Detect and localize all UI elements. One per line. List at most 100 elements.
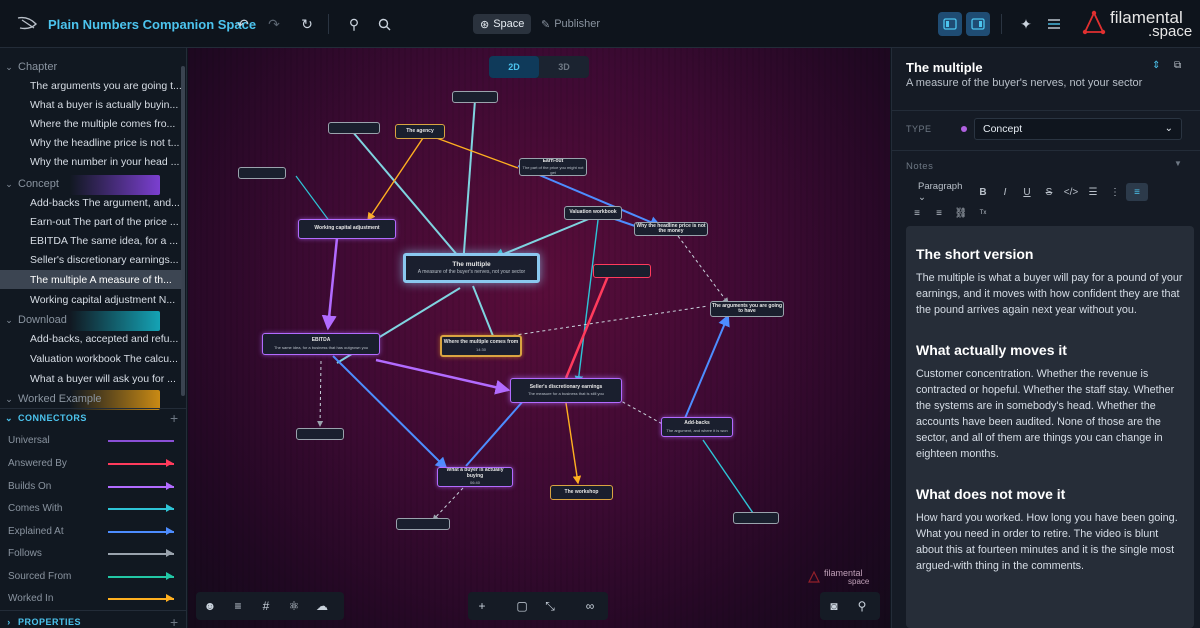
node-small[interactable] bbox=[328, 122, 380, 134]
strikethrough-icon[interactable]: S bbox=[1038, 183, 1060, 201]
list-item[interactable]: Where the multiple comes fro... bbox=[0, 114, 182, 133]
dim-3d-button[interactable]: 3D bbox=[539, 56, 589, 78]
connector-row[interactable]: Builds On bbox=[0, 476, 186, 496]
node-small[interactable] bbox=[396, 518, 450, 530]
connector-row[interactable]: Comes With bbox=[0, 498, 186, 518]
list-item[interactable]: Why the number in your head ... bbox=[0, 152, 182, 171]
node-small[interactable] bbox=[296, 428, 344, 440]
connector-row[interactable]: Sourced From bbox=[0, 566, 186, 586]
node-small[interactable] bbox=[238, 167, 286, 179]
connector-row[interactable]: Worked In bbox=[0, 588, 186, 608]
node-the-workshop[interactable]: The workshop bbox=[550, 485, 613, 500]
app-title[interactable]: Plain Numbers Companion Space bbox=[48, 17, 256, 32]
bold-icon[interactable]: B bbox=[972, 183, 994, 201]
list-item[interactable]: Working capital adjustment N... bbox=[0, 290, 182, 309]
add-connection-icon[interactable]: ⤡ bbox=[536, 592, 564, 620]
dim-2d-button[interactable]: 2D bbox=[489, 56, 539, 78]
list-item[interactable]: Valuation workbook The calcu... bbox=[0, 349, 182, 368]
clear-format-icon[interactable]: Tx bbox=[972, 204, 994, 222]
list-item[interactable]: Add-backs The argument, and... bbox=[0, 193, 182, 212]
add-connector-icon[interactable]: + bbox=[170, 410, 179, 426]
list-item[interactable]: Seller's discretionary earnings... bbox=[0, 250, 182, 269]
node-small[interactable] bbox=[452, 91, 498, 103]
node-what-buyer-buys[interactable]: What a buyer is actually buying 06:40 bbox=[437, 467, 513, 487]
menu-icon[interactable] bbox=[1042, 12, 1066, 36]
notes-collapse-icon[interactable]: ▼ bbox=[1174, 159, 1182, 168]
connector-row[interactable]: Follows bbox=[0, 543, 186, 563]
node-small[interactable] bbox=[593, 264, 651, 278]
link-icon[interactable]: ∞ bbox=[576, 592, 604, 620]
paragraph-style-select[interactable]: Paragraph ⌄ bbox=[906, 181, 972, 203]
camera-icon[interactable]: ◙ bbox=[820, 592, 848, 620]
add-document-icon[interactable]: ▢ bbox=[508, 592, 536, 620]
panel-title[interactable]: The multiple bbox=[906, 60, 983, 75]
undo-icon[interactable]: ↶ bbox=[231, 12, 255, 36]
node-the-agency[interactable]: The agency bbox=[395, 124, 445, 139]
align-right-icon[interactable]: ≡ bbox=[928, 204, 950, 222]
category-worked-example[interactable]: ⌄ Worked Example bbox=[0, 390, 186, 410]
refresh-icon[interactable]: ↻ bbox=[295, 12, 319, 36]
hashtag-icon[interactable]: # bbox=[252, 592, 280, 620]
left-panel-toggle-icon[interactable] bbox=[938, 12, 962, 36]
tab-space[interactable]: ⊛ Space bbox=[473, 14, 532, 34]
node-sde[interactable]: Seller's discretionary earnings The meas… bbox=[510, 378, 622, 403]
add-property-icon[interactable]: + bbox=[170, 614, 179, 628]
code-icon[interactable]: </> bbox=[1060, 183, 1082, 201]
connector-row[interactable]: Answered By bbox=[0, 453, 186, 473]
redo-icon[interactable]: ↷ bbox=[262, 12, 286, 36]
list-item[interactable]: The arguments you are going t... bbox=[0, 76, 182, 95]
open-external-icon[interactable]: ⧉ bbox=[1174, 60, 1181, 71]
add-node-icon[interactable]: + bbox=[468, 592, 496, 620]
node-headline-price[interactable]: Why the headline price is not the money bbox=[634, 222, 708, 236]
italic-icon[interactable]: I bbox=[994, 183, 1016, 201]
node-arguments[interactable]: The arguments you are going to have bbox=[710, 301, 784, 317]
node-add-backs[interactable]: Add-backs The argument, and where it is … bbox=[661, 417, 733, 437]
search-icon[interactable] bbox=[372, 12, 396, 36]
category-chapter[interactable]: ⌄ Chapter bbox=[0, 58, 186, 76]
launch-icon[interactable]: ⚲ bbox=[342, 12, 366, 36]
node-valuation-workbook[interactable]: Valuation workbook bbox=[564, 206, 622, 220]
list-item-selected[interactable]: The multiple A measure of th... bbox=[0, 270, 182, 289]
sparkle-icon[interactable]: ✦ bbox=[1014, 12, 1038, 36]
type-label: TYPE bbox=[906, 124, 932, 134]
graph-canvas[interactable]: The multiple A measure of the buyer's ne… bbox=[188, 48, 890, 628]
node-small[interactable] bbox=[733, 512, 779, 524]
properties-header[interactable]: › PROPERTIES + bbox=[0, 613, 186, 628]
node-earn-out[interactable]: Earn-out The part of the price you might… bbox=[519, 158, 587, 176]
numbered-list-icon[interactable]: ⋮ bbox=[1104, 183, 1126, 201]
underline-icon[interactable]: U bbox=[1016, 183, 1038, 201]
node-the-multiple[interactable]: The multiple A measure of the buyer's ne… bbox=[403, 253, 540, 283]
node-ebitda[interactable]: EBITDA The same idea, for a business tha… bbox=[262, 333, 380, 355]
category-concept[interactable]: ⌄ Concept bbox=[0, 175, 186, 195]
node-where-multiple-comes-from[interactable]: Where the multiple comes from 14:30 bbox=[440, 335, 522, 357]
list-item[interactable]: Add-backs, accepted and refu... bbox=[0, 329, 182, 348]
connector-row[interactable]: Explained At bbox=[0, 521, 186, 541]
align-left-icon[interactable]: ≡ bbox=[1126, 183, 1148, 201]
list-item[interactable]: Earn-out The part of the price ... bbox=[0, 212, 182, 231]
list-item[interactable]: What a buyer is actually buyin... bbox=[0, 95, 182, 114]
expand-collapse-icon[interactable]: ⇕ bbox=[1152, 60, 1160, 71]
type-select[interactable]: Concept ⌄ bbox=[974, 118, 1182, 140]
connectors-header[interactable]: ⌄ CONNECTORS + bbox=[0, 409, 186, 427]
canvas-tools-left: ☻ ≡ # ⚛ ☁ bbox=[196, 592, 344, 620]
dimension-toggle[interactable]: 2D 3D bbox=[489, 56, 589, 78]
connector-row[interactable]: Universal bbox=[0, 430, 186, 450]
right-panel-toggle-icon[interactable] bbox=[966, 12, 990, 36]
node-working-capital[interactable]: Working capital adjustment bbox=[298, 219, 396, 239]
panel-subtitle[interactable]: A measure of the buyer's nerves, not you… bbox=[906, 76, 1146, 90]
app-logo-icon[interactable] bbox=[16, 14, 40, 34]
list-item[interactable]: EBITDA The same idea, for a ... bbox=[0, 231, 182, 250]
align-icon[interactable]: ≡ bbox=[224, 592, 252, 620]
notes-editor[interactable]: The short version The multiple is what a… bbox=[906, 226, 1194, 628]
pin-icon[interactable]: ⚲ bbox=[848, 592, 876, 620]
bullet-list-icon[interactable]: ☰ bbox=[1082, 183, 1104, 201]
atom-icon[interactable]: ⚛ bbox=[280, 592, 308, 620]
category-download[interactable]: ⌄ Download bbox=[0, 311, 186, 331]
link-icon[interactable]: ⛓ bbox=[950, 204, 972, 222]
cloud-icon[interactable]: ☁ bbox=[308, 592, 336, 620]
list-item[interactable]: What a buyer will ask you for ... bbox=[0, 369, 182, 388]
tab-publisher[interactable]: ✎ Publisher bbox=[534, 14, 607, 34]
align-center-icon[interactable]: ≡ bbox=[906, 204, 928, 222]
alien-icon[interactable]: ☻ bbox=[196, 592, 224, 620]
list-item[interactable]: Why the headline price is not t... bbox=[0, 133, 182, 152]
